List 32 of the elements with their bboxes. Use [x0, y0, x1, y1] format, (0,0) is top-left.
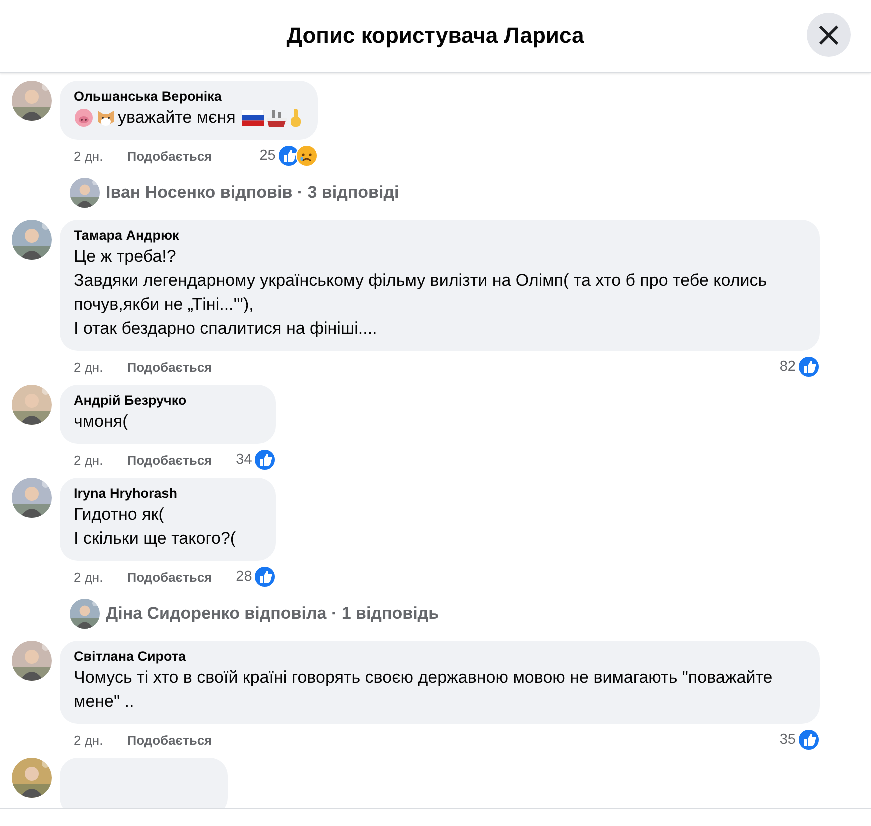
reaction-count: 25: [258, 148, 276, 164]
comment-time: 2 дн.: [74, 732, 104, 748]
comment-text: Чомусь ті хто в своїй країні говорять своєю державною мовою не вимагають "поважайте мене" ..: [74, 667, 774, 713]
like-link[interactable]: Подобається: [127, 452, 212, 468]
comment-text: Завдяки легендарному українському фільму вилізти на Олімп( та хто б про тебе колись почув,якби не „Тіні...'''),: [74, 270, 768, 316]
comment-text: І отак бездарно спалитися на фініші....: [74, 318, 378, 340]
comment-time: 2 дн.: [74, 148, 104, 164]
comment-time: 2 дн.: [74, 360, 104, 374]
view-replies-link[interactable]: Діна Сидоренко відповіла · 1 відповідь: [106, 604, 440, 624]
reaction-count: 82: [778, 359, 796, 375]
comment-text: уважайте мєня: [118, 107, 236, 129]
like-link[interactable]: Подобається: [127, 570, 212, 584]
commenter-name[interactable]: Ольшанська Вероніка: [74, 89, 304, 104]
comment-text: Гидотно як(: [74, 504, 164, 526]
like-link[interactable]: Подобається: [127, 148, 212, 164]
like-link[interactable]: Подобається: [127, 360, 212, 374]
comment-text: чмоня(: [74, 411, 128, 433]
comment-text: І скільки ще такого?(: [74, 528, 236, 550]
reaction-count: 34: [235, 452, 252, 468]
commenter-name[interactable]: Світлана Сирота: [74, 649, 806, 664]
close-button[interactable]: ×: [807, 13, 851, 57]
comment-time: 2 дн.: [74, 570, 104, 584]
reaction-count: 35: [778, 732, 796, 748]
like-link[interactable]: Подобається: [127, 732, 212, 748]
dialog-title: Допис користувача Лариса: [286, 23, 584, 49]
commenter-name[interactable]: Тамара Андрюк: [74, 228, 806, 243]
commenter-name[interactable]: Iryna Hryhorash: [74, 486, 262, 501]
comment-time: 2 дн.: [74, 452, 104, 468]
commenter-name[interactable]: Андрій Безручко: [74, 393, 262, 408]
view-replies-link[interactable]: Іван Носенко відповів · 3 відповіді: [106, 183, 400, 203]
reaction-count: 28: [235, 569, 252, 585]
comment-text: Це ж треба!?: [74, 246, 176, 268]
